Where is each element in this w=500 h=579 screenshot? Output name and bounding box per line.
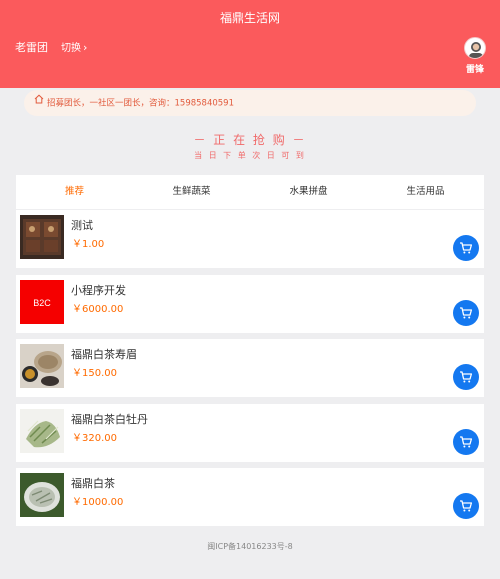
product-name: 福鼎白茶寿眉	[71, 348, 137, 361]
product-thumbnail[interactable]	[20, 408, 64, 453]
user-profile[interactable]: 雷锋	[463, 37, 487, 75]
product-thumbnail[interactable]	[20, 344, 64, 388]
product-name: 福鼎白茶	[71, 477, 115, 490]
leader-name: 老雷团	[15, 41, 48, 54]
switch-leader-link[interactable]: 切换 ›	[61, 39, 87, 54]
product-thumbnail[interactable]	[20, 473, 64, 517]
flash-sale-title: － 正 在 抢 购 －	[193, 133, 307, 147]
tab-recommend[interactable]: 推荐	[16, 175, 133, 209]
product-price: ￥320.00	[72, 432, 117, 444]
cart-icon	[460, 435, 473, 447]
avatar[interactable]	[464, 37, 486, 59]
notice-text: 招募团长，一社区一团长，咨询：15985840591	[47, 98, 234, 109]
product-price: ￥1000.00	[72, 497, 124, 508]
product-thumbnail[interactable]: B2C	[20, 279, 64, 324]
product-name: 小程序开发	[71, 283, 126, 297]
product-price: ￥1.00	[72, 239, 105, 250]
tab-fresh-vegetables[interactable]: 生鲜蔬菜	[133, 175, 250, 209]
notice-bar: 招募团长，一社区一团长，咨询：15985840591	[24, 90, 476, 116]
product-price: ￥6000.00	[72, 303, 124, 315]
site-title: 福鼎生活网	[219, 11, 280, 25]
home-icon	[34, 89, 44, 115]
add-to-cart-button[interactable]	[453, 299, 479, 326]
cart-icon	[460, 371, 473, 383]
add-to-cart-button[interactable]	[453, 428, 479, 455]
product-item[interactable]: 测试 ￥1.00	[16, 210, 484, 268]
product-item[interactable]: 福鼎白茶 ￥1000.00	[16, 468, 484, 526]
product-list: 测试 ￥1.00 B2C 小程序开发 ￥6000.00 福鼎白茶寿眉 ￥150.…	[16, 210, 484, 533]
product-item[interactable]: 福鼎白茶白牡丹 ￥320.00	[16, 403, 484, 462]
product-item[interactable]: B2C 小程序开发 ￥6000.00	[16, 274, 484, 333]
add-to-cart-button[interactable]	[453, 235, 479, 261]
icp-footer[interactable]: 闽ICP备14016233号-8	[0, 541, 500, 552]
tab-daily-goods[interactable]: 生活用品	[367, 175, 484, 209]
user-name: 雷锋	[465, 65, 484, 75]
flash-sale-subtitle: 当 日 下 单 次 日 可 到	[194, 151, 306, 160]
category-tabs: 推荐 生鲜蔬菜 水果拼盘 生活用品	[16, 175, 484, 209]
cart-icon	[460, 242, 473, 254]
product-name: 福鼎白茶白牡丹	[71, 412, 148, 426]
product-name: 测试	[71, 219, 93, 232]
product-price: ￥150.00	[72, 368, 117, 379]
chevron-right-icon: ›	[83, 41, 88, 54]
switch-label: 切换	[61, 43, 81, 54]
b2c-logo-text: B2C	[33, 298, 51, 308]
tab-fruit-platter[interactable]: 水果拼盘	[250, 175, 367, 209]
product-thumbnail[interactable]	[20, 215, 64, 259]
cart-icon	[460, 306, 473, 318]
product-item[interactable]: 福鼎白茶寿眉 ￥150.00	[16, 339, 484, 397]
cart-icon	[460, 500, 473, 512]
add-to-cart-button[interactable]	[453, 493, 479, 519]
add-to-cart-button[interactable]	[453, 364, 479, 390]
header: 福鼎生活网 老雷团 切换 › 雷锋	[0, 0, 500, 88]
